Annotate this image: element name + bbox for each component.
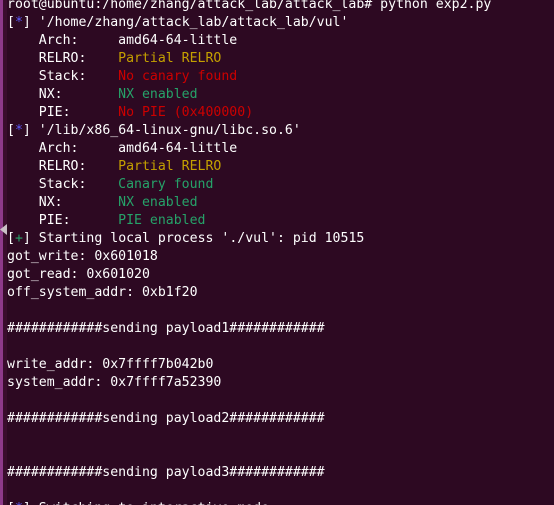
output-line-payload3-banner: ############sending payload3############ [7, 464, 554, 482]
interactive-mode-text: Switching to interactive mode [31, 501, 269, 505]
output-line-libc-pie: PIE: PIE enabled [7, 212, 554, 230]
off-system-addr-text: off_system_addr: 0xb1f20 [7, 285, 198, 300]
output-line-libc-arch: Arch: amd64-64-little [7, 140, 554, 158]
libc-relro-label: RELRO: [7, 159, 119, 174]
output-line-libc-path: [*] '/lib/x86_64-linux-gnu/libc.so.6' [7, 123, 301, 138]
output-line-libc-relro: RELRO: Partial RELRO [7, 158, 554, 176]
write-addr-text: write_addr: 0x7ffff7b042b0 [7, 357, 214, 372]
output-line-pie: PIE: No PIE (0x400000) [7, 104, 554, 122]
arch-value: amd64-64-little [118, 33, 238, 48]
terminal-window[interactable]: 1000226 25 retq root@ubuntu:/home/zhang/… [0, 0, 554, 505]
nx-value: NX enabled [118, 87, 198, 102]
output-line-libc-nx: NX: NX enabled [7, 194, 554, 212]
libc-path-text: '/lib/x86_64-linux-gnu/libc.so.6' [30, 123, 301, 138]
success-marker-icon: + [14, 231, 23, 246]
libc-arch-value: amd64-64-little [118, 141, 238, 156]
output-line-interactive-mode: [*] Switching to interactive mode [7, 500, 554, 505]
output-line-libc-stack: Stack: Canary found [7, 176, 554, 194]
libc-stack-value: Canary found [118, 177, 214, 192]
output-line-write-addr: write_addr: 0x7ffff7b042b0 [7, 356, 554, 374]
payload3-banner-text: ############sending payload3############ [7, 465, 325, 480]
got-write-text: got_write: 0x601018 [7, 249, 158, 264]
info-marker-icon: * [15, 501, 23, 505]
pie-label: PIE: [7, 105, 119, 120]
payload1-banner-text: ############sending payload1############ [7, 321, 325, 336]
libc-pie-label: PIE: [7, 213, 119, 228]
stack-value: No canary found [118, 69, 238, 84]
libc-pie-value: PIE enabled [118, 213, 206, 228]
arch-label: Arch: [7, 33, 119, 48]
output-line-payload2-banner: ############sending payload2############ [7, 410, 554, 428]
output-line-nx: NX: NX enabled [7, 86, 554, 104]
output-line-binary-path: [*] '/home/zhang/attack_lab/attack_lab/v… [7, 15, 349, 30]
info-marker-icon: * [14, 123, 23, 138]
output-line-got-read: got_read: 0x601020 [7, 266, 554, 284]
libc-nx-label: NX: [7, 195, 119, 210]
libc-arch-label: Arch: [7, 141, 119, 156]
binary-path-text: '/home/zhang/attack_lab/attack_lab/vul' [30, 15, 349, 30]
output-line-relro: RELRO: Partial RELRO [7, 50, 554, 68]
prompt-user-host: root@ubuntu [7, 0, 95, 12]
starting-process-text: Starting local process './vul': pid 1051… [30, 231, 365, 246]
output-line-arch: Arch: amd64-64-little [7, 32, 554, 50]
libc-relro-value: Partial RELRO [118, 159, 222, 174]
relro-value: Partial RELRO [118, 51, 222, 66]
relro-label: RELRO: [7, 51, 119, 66]
got-read-text: got_read: 0x601020 [7, 267, 150, 282]
prompt-command: python exp2.py [372, 0, 492, 12]
prompt-path: :/home/zhang/attack_lab/attack_lab# [94, 0, 373, 12]
terminal-screen[interactable]: 1000226 25 retq root@ubuntu:/home/zhang/… [7, 0, 554, 505]
info-marker-icon: * [14, 15, 23, 30]
output-line-off-system-addr: off_system_addr: 0xb1f20 [7, 284, 554, 302]
output-line-starting-process: [+] Starting local process './vul': pid … [7, 231, 365, 246]
shell-prompt-line: root@ubuntu:/home/zhang/attack_lab/attac… [7, 0, 554, 14]
output-line-got-write: got_write: 0x601018 [7, 248, 554, 266]
output-line-system-addr: system_addr: 0x7ffff7a52390 [7, 374, 554, 392]
stack-label: Stack: [7, 69, 119, 84]
libc-nx-value: NX enabled [118, 195, 198, 210]
system-addr-text: system_addr: 0x7ffff7a52390 [7, 375, 222, 390]
pie-value: No PIE (0x400000) [118, 105, 254, 120]
nx-label: NX: [7, 87, 119, 102]
output-line-payload1-banner: ############sending payload1############ [7, 320, 554, 338]
payload2-banner-text: ############sending payload2############ [7, 411, 325, 426]
output-line-stack: Stack: No canary found [7, 68, 554, 86]
libc-stack-label: Stack: [7, 177, 119, 192]
